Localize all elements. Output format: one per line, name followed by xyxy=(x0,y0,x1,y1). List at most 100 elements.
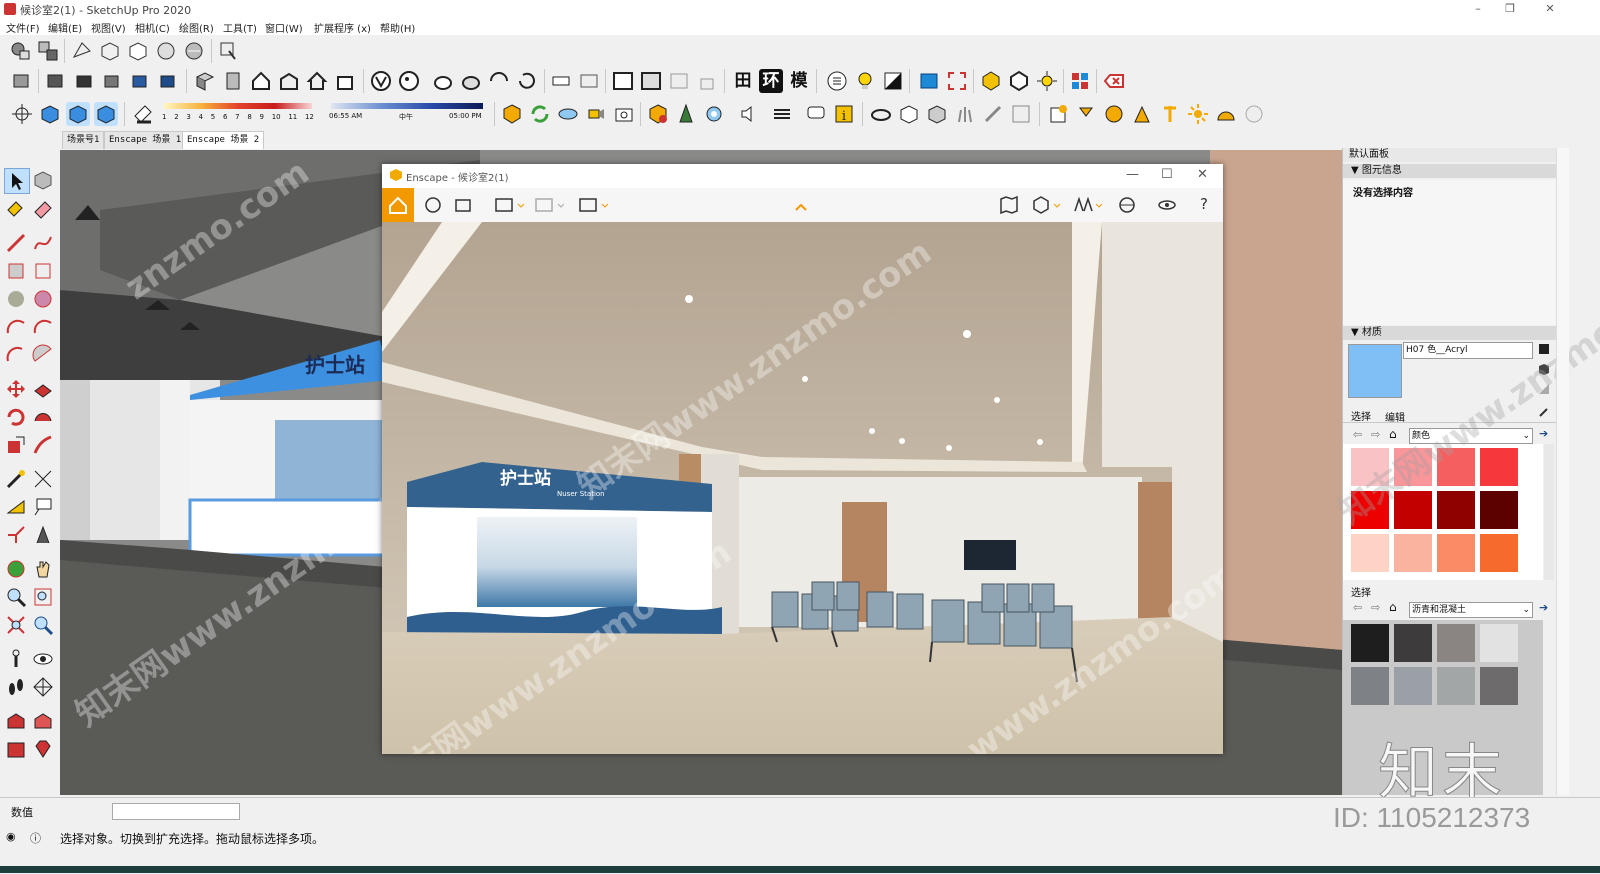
zoom-icon[interactable] xyxy=(4,585,28,609)
spot-light-icon[interactable] xyxy=(1074,102,1098,126)
enscape-map-icon[interactable] xyxy=(998,194,1020,216)
menu-view[interactable]: 视图(V) xyxy=(91,20,126,35)
rotated-rect-icon[interactable] xyxy=(31,259,55,283)
zoom-extents-icon[interactable] xyxy=(4,613,28,637)
contrast-icon[interactable] xyxy=(881,69,905,93)
enscape-section-icon[interactable] xyxy=(1030,194,1061,216)
eyedropper-icon[interactable] xyxy=(1538,406,1550,418)
style-wireframe-icon[interactable] xyxy=(98,39,122,63)
swatch-11[interactable] xyxy=(1437,534,1475,572)
interactive-render-icon[interactable] xyxy=(459,69,483,93)
teapot-render-icon[interactable] xyxy=(431,69,455,93)
lock-icon[interactable] xyxy=(695,69,719,93)
shadows-toggle-icon[interactable] xyxy=(131,102,155,126)
views-back-icon[interactable] xyxy=(128,69,152,93)
freehand-icon[interactable] xyxy=(31,231,55,255)
layout-icon[interactable] xyxy=(1009,102,1033,126)
materials-header[interactable]: ▼ 材质 xyxy=(1343,326,1556,340)
paint-bucket-icon[interactable] xyxy=(4,196,28,220)
building-icon[interactable] xyxy=(333,69,357,93)
move-icon[interactable] xyxy=(4,377,28,401)
house-icon[interactable] xyxy=(249,69,273,93)
views-top-icon[interactable] xyxy=(44,69,68,93)
material-name-field[interactable]: H07 色__Acryl xyxy=(1403,342,1533,359)
dome-light-icon[interactable] xyxy=(1214,102,1238,126)
cube-active-icon[interactable] xyxy=(66,102,90,126)
sun-light-icon[interactable] xyxy=(1186,102,1210,126)
enscape-mode-icon[interactable] xyxy=(422,194,444,216)
swatch-10[interactable] xyxy=(1394,534,1432,572)
material-editor-icon[interactable] xyxy=(397,69,421,93)
components-icon[interactable] xyxy=(36,39,60,63)
cutting-icon[interactable] xyxy=(981,102,1005,126)
enscape-assets-icon[interactable] xyxy=(674,102,698,126)
style-xray-icon[interactable] xyxy=(70,39,94,63)
forward-arrow-icon[interactable]: ⇨ xyxy=(1371,428,1380,441)
forward-arrow-2-icon[interactable]: ⇨ xyxy=(1371,601,1380,614)
enscape-export-icon[interactable] xyxy=(578,194,609,216)
enscape-video-icon[interactable] xyxy=(584,102,608,126)
orbit-tool-icon[interactable] xyxy=(4,557,28,581)
shadow-time-slider[interactable]: 06:55 AM 中午 05:00 PM xyxy=(329,101,485,125)
arc-3pt-icon[interactable] xyxy=(4,343,28,367)
texture-4[interactable] xyxy=(1480,624,1518,662)
previous-view-icon[interactable] xyxy=(31,613,55,637)
cube-active-2-icon[interactable] xyxy=(94,102,118,126)
home-library-icon[interactable]: ⌂ xyxy=(1389,427,1397,441)
style-shaded-icon[interactable] xyxy=(154,39,178,63)
tray-scrollbar[interactable] xyxy=(1556,148,1569,795)
polygon-icon[interactable] xyxy=(31,287,55,311)
enscape-help-button[interactable]: ? xyxy=(1200,195,1208,213)
menu-window[interactable]: 窗口(W) xyxy=(265,20,303,35)
measurements-input[interactable] xyxy=(112,803,240,820)
dimension-icon[interactable] xyxy=(31,467,55,491)
enscape-screenshot-icon[interactable] xyxy=(612,102,636,126)
extension-warehouse-icon[interactable] xyxy=(4,737,28,761)
scene-tab-2[interactable]: Enscape 场景 1 xyxy=(104,131,187,149)
box-outline-icon[interactable] xyxy=(897,102,921,126)
menu-camera[interactable]: 相机(C) xyxy=(135,20,170,35)
position-camera-icon[interactable] xyxy=(4,647,28,671)
style-hidden-line-icon[interactable] xyxy=(126,39,150,63)
menu-extensions[interactable]: 扩展程序 (x) xyxy=(314,20,371,35)
enscape-minimize-button[interactable]: — xyxy=(1126,167,1139,182)
rectangle-icon[interactable] xyxy=(4,259,28,283)
push-pull-icon[interactable] xyxy=(31,377,55,401)
hexagon-outline-icon[interactable] xyxy=(1007,69,1031,93)
section-plane-icon[interactable] xyxy=(193,69,217,93)
menu-edit[interactable]: 编辑(E) xyxy=(48,20,82,35)
walk-icon[interactable] xyxy=(4,675,28,699)
status-info-icon[interactable]: ⓘ xyxy=(30,830,41,846)
arc-icon[interactable] xyxy=(4,315,28,339)
close-window-button[interactable]: ✕ xyxy=(1530,0,1570,18)
menu-draw[interactable]: 绘图(R) xyxy=(179,20,214,35)
grass-icon[interactable] xyxy=(953,102,977,126)
swatch-9[interactable] xyxy=(1351,534,1389,572)
cube-blue-icon[interactable] xyxy=(38,102,62,126)
frame-icon[interactable] xyxy=(611,69,635,93)
rotate-icon[interactable] xyxy=(4,405,28,429)
vray-icon[interactable] xyxy=(369,69,393,93)
audio-icon[interactable] xyxy=(737,102,761,126)
enscape-batch-icon[interactable] xyxy=(534,194,565,216)
style-textured-icon[interactable] xyxy=(182,39,206,63)
mo-text-icon[interactable]: 模 xyxy=(787,69,811,93)
ies-light-icon[interactable] xyxy=(1130,102,1154,126)
views-iso-icon[interactable] xyxy=(10,69,34,93)
sliders-icon[interactable] xyxy=(770,102,794,126)
views-left-icon[interactable] xyxy=(156,69,180,93)
section-plane-tool-icon[interactable] xyxy=(31,675,55,699)
views-right-icon[interactable] xyxy=(100,69,124,93)
image-export-icon[interactable] xyxy=(667,69,691,93)
enscape-orbit-icon[interactable] xyxy=(1116,194,1138,216)
pie-icon[interactable] xyxy=(31,343,55,367)
texture-3[interactable] xyxy=(1437,624,1475,662)
enscape-vr-icon[interactable] xyxy=(1072,194,1103,216)
enscape-sync-icon[interactable] xyxy=(528,102,552,126)
look-around-icon[interactable] xyxy=(31,647,55,671)
enscape-home-icon[interactable] xyxy=(382,188,414,222)
light-plane-icon[interactable] xyxy=(577,69,601,93)
shadow-date-slider[interactable]: 1 2 3 4 5 6 7 8 9 10 11 12 xyxy=(162,101,314,125)
omni-light-icon[interactable] xyxy=(1158,102,1182,126)
swatch-4[interactable] xyxy=(1480,448,1518,486)
